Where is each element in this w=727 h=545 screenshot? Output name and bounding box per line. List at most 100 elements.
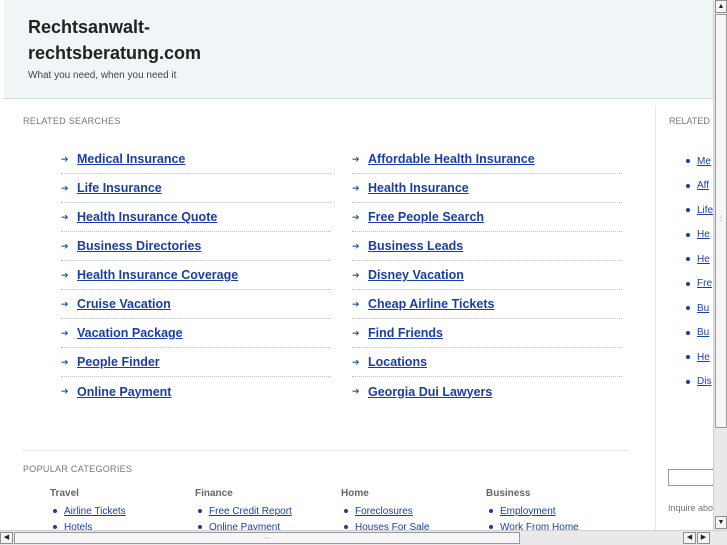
list-item[interactable]: ➔ Disney Vacation: [352, 261, 622, 290]
category-title: Finance: [195, 488, 233, 499]
list-item[interactable]: ➔ Free People Search: [352, 203, 622, 232]
bullet-icon: [686, 232, 690, 237]
list-item[interactable]: ➔ Locations: [352, 348, 622, 377]
related-link[interactable]: Life: [697, 205, 713, 216]
category-link[interactable]: Free Credit Report: [209, 506, 292, 517]
arrow-right-icon: ➔: [352, 211, 360, 222]
list-item[interactable]: ➔ Health Insurance Quote: [61, 203, 331, 232]
related-search-link[interactable]: Online Payment: [77, 385, 171, 399]
arrow-right-icon: ➔: [61, 327, 69, 338]
related-search-link[interactable]: Health Insurance Quote: [77, 210, 217, 224]
grip-icon: ⋮: [718, 216, 724, 222]
bullet-icon: [686, 379, 690, 384]
arrow-right-icon: ➔: [352, 153, 360, 164]
related-search-link[interactable]: Cruise Vacation: [77, 297, 171, 311]
related-link[interactable]: He: [697, 352, 710, 363]
list-item[interactable]: Foreclosures: [341, 503, 429, 519]
bullet-icon: [53, 509, 57, 513]
arrow-right-icon: ➔: [61, 211, 69, 222]
right-related-list: Me Aff Life He He Fre Bu Bu He Dis: [686, 149, 713, 394]
list-item[interactable]: Fre: [686, 272, 713, 297]
site-tagline: What you need, when you need it: [28, 70, 177, 81]
list-item[interactable]: ➔ Vacation Package: [61, 319, 331, 348]
list-item[interactable]: Bu: [686, 296, 713, 321]
category-link[interactable]: Airline Tickets: [64, 506, 126, 517]
related-searches-list-left: ➔ Medical Insurance ➔ Life Insurance ➔ Heal…: [61, 145, 331, 406]
vertical-scrollbar[interactable]: ▲ ⋮ ▼: [713, 0, 727, 530]
horizontal-scrollbar[interactable]: ◀ ⋯ ◀ ▶: [0, 530, 727, 545]
list-item[interactable]: Free Credit Report: [195, 503, 292, 519]
related-link[interactable]: Dis: [697, 376, 711, 387]
list-item[interactable]: ➔ Medical Insurance: [61, 145, 331, 174]
arrow-right-icon: ➔: [61, 240, 69, 251]
scroll-down-icon[interactable]: ▼: [715, 516, 727, 529]
category-link[interactable]: Employment: [500, 506, 556, 517]
scroll-right-icon[interactable]: ▶: [697, 532, 710, 544]
related-searches-heading: RELATED SEARCHES: [23, 116, 121, 126]
related-search-link[interactable]: Health Insurance Coverage: [77, 268, 238, 282]
related-searches-list-right: ➔ Affordable Health Insurance ➔ Health Ins…: [352, 145, 622, 406]
list-item[interactable]: Me: [686, 149, 713, 174]
scroll-left-icon[interactable]: ◀: [0, 532, 13, 544]
related-link[interactable]: Fre: [697, 278, 712, 289]
related-search-link[interactable]: Disney Vacation: [368, 268, 464, 282]
list-item[interactable]: Life: [686, 198, 713, 223]
list-item[interactable]: He: [686, 247, 713, 272]
list-item[interactable]: ➔ Find Friends: [352, 319, 622, 348]
site-header: Rechtsanwalt-rechtsberatung.com What you…: [4, 0, 713, 99]
related-link[interactable]: He: [697, 254, 710, 265]
related-search-link[interactable]: Health Insurance: [368, 181, 469, 195]
bullet-icon: [53, 525, 57, 529]
related-search-link[interactable]: Vacation Package: [77, 326, 183, 340]
category-link[interactable]: Foreclosures: [355, 506, 413, 517]
search-input[interactable]: [668, 469, 713, 486]
related-link[interactable]: Me: [697, 156, 711, 167]
related-link[interactable]: Bu: [697, 303, 709, 314]
list-item[interactable]: ➔ Health Insurance: [352, 174, 622, 203]
list-item[interactable]: ➔ Business Directories: [61, 232, 331, 261]
bullet-icon: [489, 525, 493, 529]
list-item[interactable]: Aff: [686, 174, 713, 199]
category-title: Travel: [50, 488, 79, 499]
scroll-left-icon[interactable]: ◀: [683, 532, 696, 544]
bullet-icon: [686, 281, 690, 286]
related-search-link[interactable]: Business Leads: [368, 239, 463, 253]
list-item[interactable]: ➔ Online Payment: [61, 377, 331, 406]
related-search-link[interactable]: Find Friends: [368, 326, 443, 340]
site-title[interactable]: Rechtsanwalt-rechtsberatung.com: [28, 14, 288, 66]
list-item[interactable]: He: [686, 223, 713, 248]
inquire-text: Inquire abo: [668, 503, 713, 513]
list-item[interactable]: ➔ Georgia Dui Lawyers: [352, 377, 622, 406]
list-item[interactable]: ➔ Business Leads: [352, 232, 622, 261]
popular-categories-heading: POPULAR CATEGORIES: [23, 464, 133, 474]
related-search-link[interactable]: Georgia Dui Lawyers: [368, 385, 492, 399]
vertical-scroll-thumb[interactable]: ⋮: [715, 14, 727, 428]
related-search-link[interactable]: People Finder: [77, 355, 160, 369]
related-search-link[interactable]: Locations: [368, 355, 427, 369]
bullet-icon: [686, 355, 690, 360]
list-item[interactable]: ➔ Cruise Vacation: [61, 290, 331, 319]
related-search-link[interactable]: Medical Insurance: [77, 152, 185, 166]
arrow-right-icon: ➔: [61, 153, 69, 164]
related-search-link[interactable]: Business Directories: [77, 239, 201, 253]
list-item[interactable]: He: [686, 345, 713, 370]
list-item[interactable]: Employment: [486, 503, 579, 519]
list-item[interactable]: ➔ Health Insurance Coverage: [61, 261, 331, 290]
list-item[interactable]: Dis: [686, 370, 713, 395]
related-search-link[interactable]: Free People Search: [368, 210, 484, 224]
list-item[interactable]: ➔ Cheap Airline Tickets: [352, 290, 622, 319]
list-item[interactable]: ➔ People Finder: [61, 348, 331, 377]
bullet-icon: [198, 525, 202, 529]
related-search-link[interactable]: Life Insurance: [77, 181, 162, 195]
list-item[interactable]: Airline Tickets: [50, 503, 126, 519]
list-item[interactable]: Bu: [686, 321, 713, 346]
related-link[interactable]: Bu: [697, 327, 709, 338]
related-search-link[interactable]: Affordable Health Insurance: [368, 152, 535, 166]
related-search-link[interactable]: Cheap Airline Tickets: [368, 297, 494, 311]
related-link[interactable]: He: [697, 229, 710, 240]
scroll-up-icon[interactable]: ▲: [715, 0, 727, 13]
related-link[interactable]: Aff: [697, 180, 709, 191]
list-item[interactable]: ➔ Life Insurance: [61, 174, 331, 203]
horizontal-scroll-thumb[interactable]: ⋯: [14, 532, 520, 544]
list-item[interactable]: ➔ Affordable Health Insurance: [352, 145, 622, 174]
